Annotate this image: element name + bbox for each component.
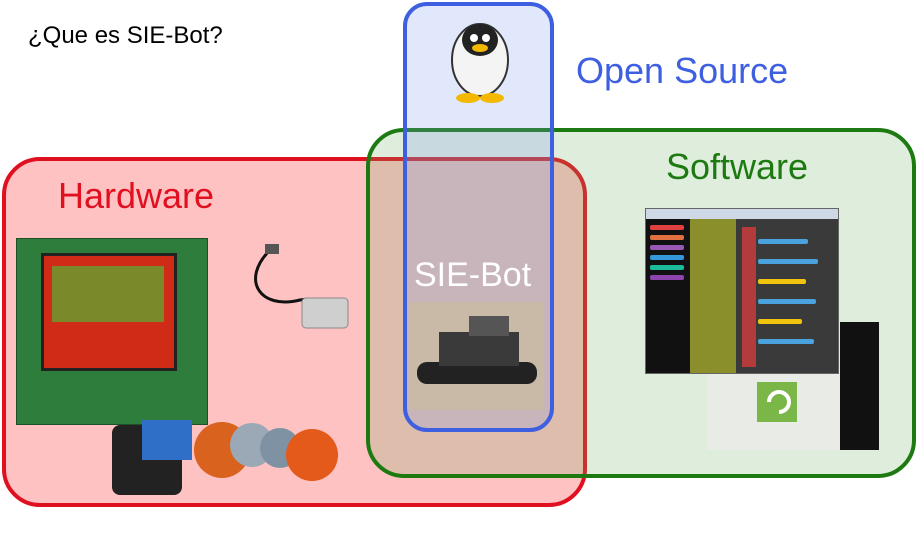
sie-bot-label: SIE-Bot — [414, 256, 532, 294]
simulation-status-panel — [840, 322, 879, 450]
circuit-board-image — [16, 238, 208, 425]
page-title: ¿Que es SIE-Bot? — [28, 22, 223, 49]
sie-bot-robot-photo — [409, 302, 544, 410]
tux-penguin-image — [451, 23, 509, 103]
open-source-label: Open Source — [576, 50, 789, 91]
motor-gears-image — [112, 420, 338, 495]
software-label: Software — [666, 146, 809, 187]
lcd-screen — [41, 253, 177, 371]
block-programming-screenshot — [645, 208, 839, 374]
hardware-label: Hardware — [58, 175, 215, 216]
usb-cable-image — [254, 244, 349, 329]
